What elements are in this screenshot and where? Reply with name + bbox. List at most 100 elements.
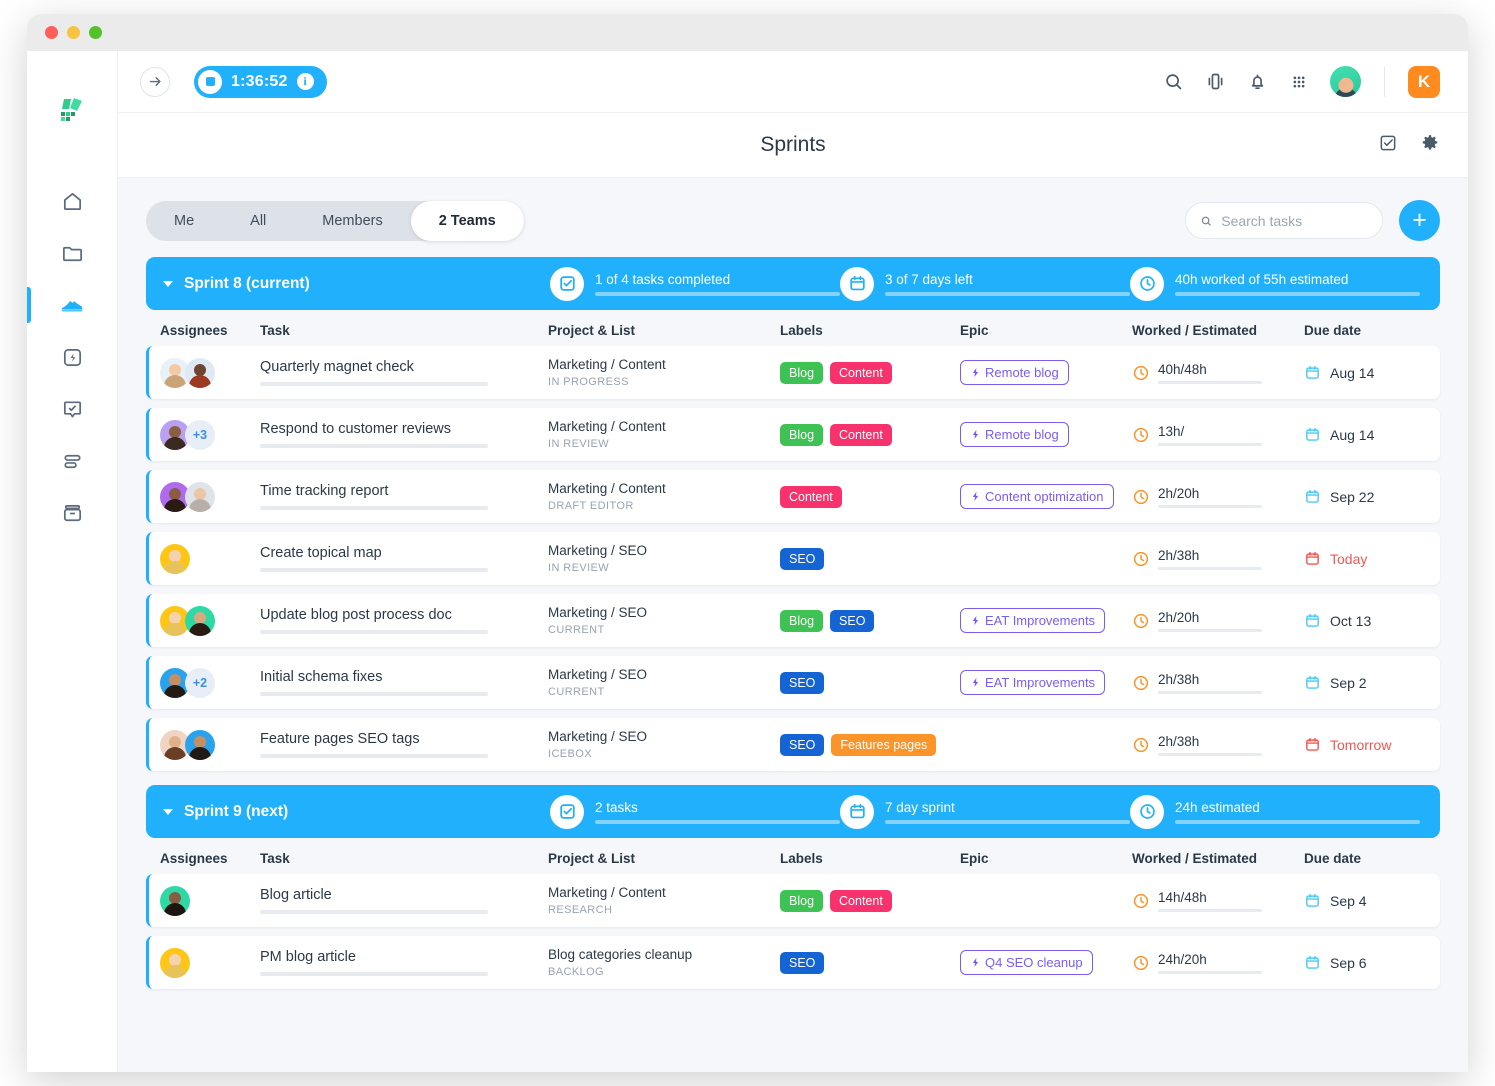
timer-widget[interactable]: 1:36:52 i	[194, 66, 327, 98]
label-chip[interactable]: Features pages	[831, 734, 936, 756]
avatar[interactable]	[1330, 66, 1361, 97]
table-row[interactable]: PM blog article Blog categories cleanup …	[146, 936, 1440, 989]
worked-cell[interactable]: 2h/20h	[1132, 486, 1304, 508]
avatar[interactable]	[160, 544, 190, 574]
label-chip[interactable]: Blog	[780, 610, 823, 632]
epic-badge[interactable]: Content optimization	[960, 484, 1114, 509]
add-task-button[interactable]: +	[1399, 200, 1440, 241]
due-date-cell[interactable]: Today	[1304, 550, 1434, 567]
table-row[interactable]: Blog article Marketing / Content RESEARC…	[146, 874, 1440, 927]
sidebar-item-archive[interactable]	[44, 487, 100, 539]
task-cell[interactable]: Blog article	[260, 887, 548, 914]
task-cell[interactable]: Update blog post process doc	[260, 607, 548, 634]
project-cell[interactable]: Marketing / SEO ICEBOX	[548, 729, 780, 760]
table-row[interactable]: +3 Respond to customer reviews Marketing…	[146, 408, 1440, 461]
label-chip[interactable]: Content	[830, 890, 892, 912]
sidebar-item-lists[interactable]	[44, 435, 100, 487]
worked-cell[interactable]: 13h/	[1132, 424, 1304, 446]
table-row[interactable]: Update blog post process doc Marketing /…	[146, 594, 1440, 647]
label-chip[interactable]: SEO	[780, 548, 824, 570]
avatar[interactable]	[185, 358, 215, 388]
search-input[interactable]	[1221, 213, 1368, 229]
assignee-overflow-badge[interactable]: +2	[185, 668, 215, 698]
worked-cell[interactable]: 14h/48h	[1132, 890, 1304, 912]
device-icon[interactable]	[1205, 71, 1226, 92]
avatar[interactable]	[185, 730, 215, 760]
sidebar-item-sprints[interactable]	[44, 279, 100, 331]
project-cell[interactable]: Marketing / Content RESEARCH	[548, 885, 780, 916]
project-cell[interactable]: Marketing / SEO CURRENT	[548, 667, 780, 698]
task-cell[interactable]: PM blog article	[260, 949, 548, 976]
avatar[interactable]	[160, 948, 190, 978]
epic-badge[interactable]: EAT Improvements	[960, 670, 1105, 695]
chevron-down-icon[interactable]	[163, 281, 173, 287]
project-cell[interactable]: Marketing / Content IN REVIEW	[548, 419, 780, 450]
due-date-cell[interactable]: Sep 22	[1304, 488, 1434, 505]
label-chip[interactable]: SEO	[780, 734, 824, 756]
timer-stop-icon[interactable]	[198, 70, 222, 94]
tab-members[interactable]: Members	[294, 201, 410, 241]
due-date-cell[interactable]: Sep 6	[1304, 954, 1434, 971]
table-row[interactable]: Time tracking report Marketing / Content…	[146, 470, 1440, 523]
project-cell[interactable]: Marketing / SEO IN REVIEW	[548, 543, 780, 574]
worked-cell[interactable]: 40h/48h	[1132, 362, 1304, 384]
label-chip[interactable]: Blog	[780, 424, 823, 446]
table-row[interactable]: +2 Initial schema fixes Marketing / SEO …	[146, 656, 1440, 709]
avatar[interactable]	[160, 886, 190, 916]
window-maximize-button[interactable]	[89, 26, 102, 39]
sidebar-item-projects[interactable]	[44, 227, 100, 279]
epic-badge[interactable]: EAT Improvements	[960, 608, 1105, 633]
label-chip[interactable]: SEO	[780, 672, 824, 694]
worked-cell[interactable]: 24h/20h	[1132, 952, 1304, 974]
label-chip[interactable]: SEO	[830, 610, 874, 632]
worked-cell[interactable]: 2h/20h	[1132, 610, 1304, 632]
label-chip[interactable]: Content	[780, 486, 842, 508]
bell-icon[interactable]	[1247, 71, 1268, 92]
epic-badge[interactable]: Remote blog	[960, 422, 1069, 447]
label-chip[interactable]: SEO	[780, 952, 824, 974]
forward-button[interactable]	[140, 67, 170, 97]
search-icon[interactable]	[1163, 71, 1184, 92]
task-cell[interactable]: Time tracking report	[260, 483, 548, 510]
table-row[interactable]: Feature pages SEO tags Marketing / SEO I…	[146, 718, 1440, 771]
tab-2-teams[interactable]: 2 Teams	[411, 201, 524, 241]
task-settings-icon[interactable]	[1378, 133, 1398, 158]
window-minimize-button[interactable]	[67, 26, 80, 39]
tab-me[interactable]: Me	[146, 201, 222, 241]
project-cell[interactable]: Marketing / Content IN PROGRESS	[548, 357, 780, 388]
search-box[interactable]	[1185, 202, 1383, 239]
chevron-down-icon[interactable]	[163, 809, 173, 815]
label-chip[interactable]: Content	[830, 424, 892, 446]
sprint-header[interactable]: Sprint 9 (next) 2 tasks 7 day sprint 24h…	[146, 785, 1440, 838]
info-icon[interactable]: i	[297, 73, 314, 90]
due-date-cell[interactable]: Aug 14	[1304, 364, 1434, 381]
tab-all[interactable]: All	[222, 201, 294, 241]
task-cell[interactable]: Initial schema fixes	[260, 669, 548, 696]
project-cell[interactable]: Marketing / SEO CURRENT	[548, 605, 780, 636]
epic-badge[interactable]: Q4 SEO cleanup	[960, 950, 1093, 975]
table-row[interactable]: Quarterly magnet check Marketing / Conte…	[146, 346, 1440, 399]
sidebar-item-automations[interactable]	[44, 331, 100, 383]
due-date-cell[interactable]: Tomorrow	[1304, 736, 1434, 753]
worked-cell[interactable]: 2h/38h	[1132, 672, 1304, 694]
label-chip[interactable]: Blog	[780, 362, 823, 384]
task-cell[interactable]: Create topical map	[260, 545, 548, 572]
task-cell[interactable]: Feature pages SEO tags	[260, 731, 548, 758]
label-chip[interactable]: Content	[830, 362, 892, 384]
label-chip[interactable]: Blog	[780, 890, 823, 912]
window-close-button[interactable]	[45, 26, 58, 39]
workspace-badge[interactable]: K	[1408, 66, 1440, 98]
project-cell[interactable]: Blog categories cleanup BACKLOG	[548, 947, 780, 978]
task-cell[interactable]: Quarterly magnet check	[260, 359, 548, 386]
apps-grid-icon[interactable]	[1289, 72, 1309, 92]
table-row[interactable]: Create topical map Marketing / SEO IN RE…	[146, 532, 1440, 585]
due-date-cell[interactable]: Sep 4	[1304, 892, 1434, 909]
avatar[interactable]	[185, 482, 215, 512]
avatar[interactable]	[185, 606, 215, 636]
task-cell[interactable]: Respond to customer reviews	[260, 421, 548, 448]
sprint-header[interactable]: Sprint 8 (current) 1 of 4 tasks complete…	[146, 257, 1440, 310]
worked-cell[interactable]: 2h/38h	[1132, 548, 1304, 570]
worked-cell[interactable]: 2h/38h	[1132, 734, 1304, 756]
due-date-cell[interactable]: Aug 14	[1304, 426, 1434, 443]
project-cell[interactable]: Marketing / Content DRAFT EDITOR	[548, 481, 780, 512]
